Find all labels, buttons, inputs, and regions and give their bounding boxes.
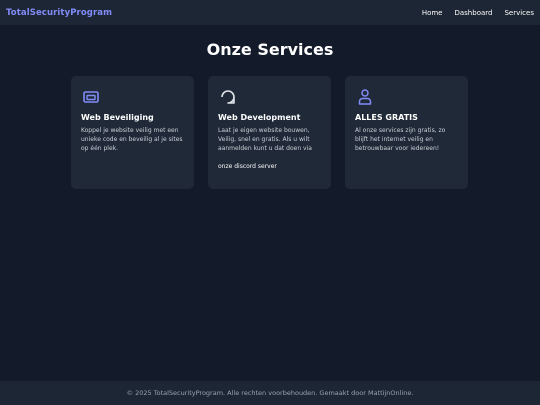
card-text: Koppel je website veilig met een unieke … <box>81 127 183 152</box>
nav-link-services[interactable]: Services <box>504 9 534 17</box>
footer: © 2025 TotalSecurityProgram. Alle rechte… <box>0 381 540 405</box>
card-text: Al onze services zijn gratis, zo blijft … <box>355 127 446 152</box>
chat-bubble-icon <box>218 87 238 107</box>
service-card-web-beveiliging: Web Beveiliging Koppel je website veilig… <box>71 76 194 189</box>
service-cards: Web Beveiliging Koppel je website veilig… <box>71 76 468 189</box>
page-title: Onze Services <box>206 40 334 59</box>
footer-text: © 2025 TotalSecurityProgram. Alle rechte… <box>126 389 414 397</box>
service-card-alles-gratis: ALLES GRATIS Al onze services zijn grati… <box>345 76 468 189</box>
nav-link-dashboard[interactable]: Dashboard <box>454 9 492 17</box>
card-text: Laat je eigen website bouwen, Veilig, sn… <box>218 127 312 152</box>
service-card-web-development: Web Development Laat je eigen website bo… <box>208 76 331 189</box>
user-icon <box>355 87 375 107</box>
card-title: Web Development <box>218 113 301 122</box>
nav-link-home[interactable]: Home <box>422 9 443 17</box>
brand-logo[interactable]: TotalSecurityProgram <box>6 8 112 18</box>
card-icon <box>81 87 101 107</box>
discord-link[interactable]: onze discord server <box>218 163 277 170</box>
page: TotalSecurityProgram Home Dashboard Serv… <box>0 0 540 405</box>
nav-links: Home Dashboard Services <box>422 9 534 17</box>
navbar: TotalSecurityProgram Home Dashboard Serv… <box>0 0 540 25</box>
card-title: ALLES GRATIS <box>355 113 418 122</box>
card-title: Web Beveiliging <box>81 113 154 122</box>
